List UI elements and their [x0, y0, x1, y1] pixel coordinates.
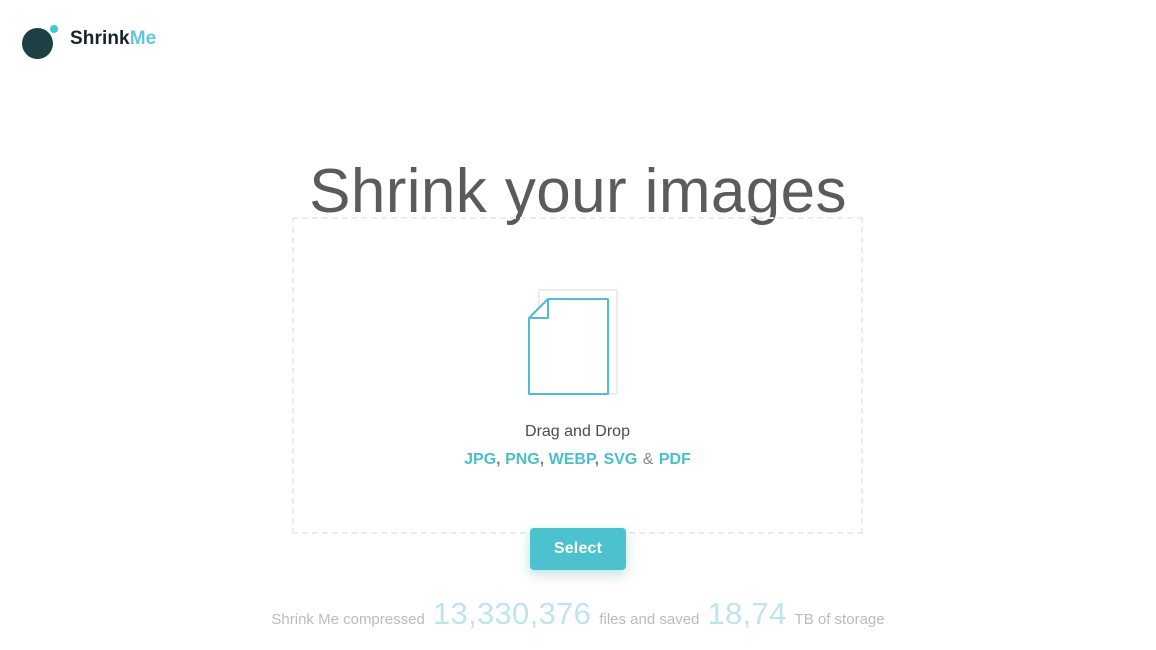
page-title: Shrink your images — [309, 156, 847, 226]
dropzone-instruction: Drag and Drop — [525, 423, 630, 440]
brand-name: ShrinkMe — [70, 29, 156, 48]
brand-name-primary: Shrink — [70, 27, 130, 49]
format-link-jpg[interactable]: JPG — [464, 451, 496, 468]
page-header: ShrinkMe — [0, 0, 1156, 78]
logo-dot-shape — [50, 25, 58, 33]
format-separator: , — [496, 451, 501, 468]
format-link-webp[interactable]: WEBP — [549, 451, 595, 468]
document-page-icon — [518, 277, 638, 403]
format-link-svg[interactable]: SVG — [603, 451, 637, 468]
dropzone-inner: Drag and Drop JPG, PNG, WEBP, SVG & PDF — [294, 219, 861, 532]
brand-name-accent: Me — [129, 27, 157, 49]
format-link-pdf[interactable]: PDF — [659, 451, 691, 468]
stats-suffix-text: TB of storage — [794, 611, 885, 628]
format-conjunction: & — [642, 451, 654, 468]
stats-middle-text: files and saved — [599, 611, 700, 628]
format-separator: , — [539, 451, 545, 468]
usage-statistics: Shrink Me compressed 13,330,376 files an… — [0, 598, 1156, 629]
format-link-png[interactable]: PNG — [505, 451, 540, 468]
stats-storage-saved: 18,74 — [707, 596, 787, 631]
stats-prefix-text: Shrink Me compressed — [271, 611, 425, 628]
logo-circle-shape — [22, 28, 53, 59]
brand-logo[interactable]: ShrinkMe — [22, 14, 156, 62]
format-separator: , — [594, 451, 600, 468]
select-files-button[interactable]: Select — [530, 528, 626, 570]
circle-dot-logo-icon — [22, 16, 68, 60]
file-dropzone[interactable]: Drag and Drop JPG, PNG, WEBP, SVG & PDF — [292, 217, 863, 534]
supported-formats-list: JPG, PNG, WEBP, SVG & PDF — [294, 450, 861, 469]
stats-files-count: 13,330,376 — [432, 596, 592, 631]
